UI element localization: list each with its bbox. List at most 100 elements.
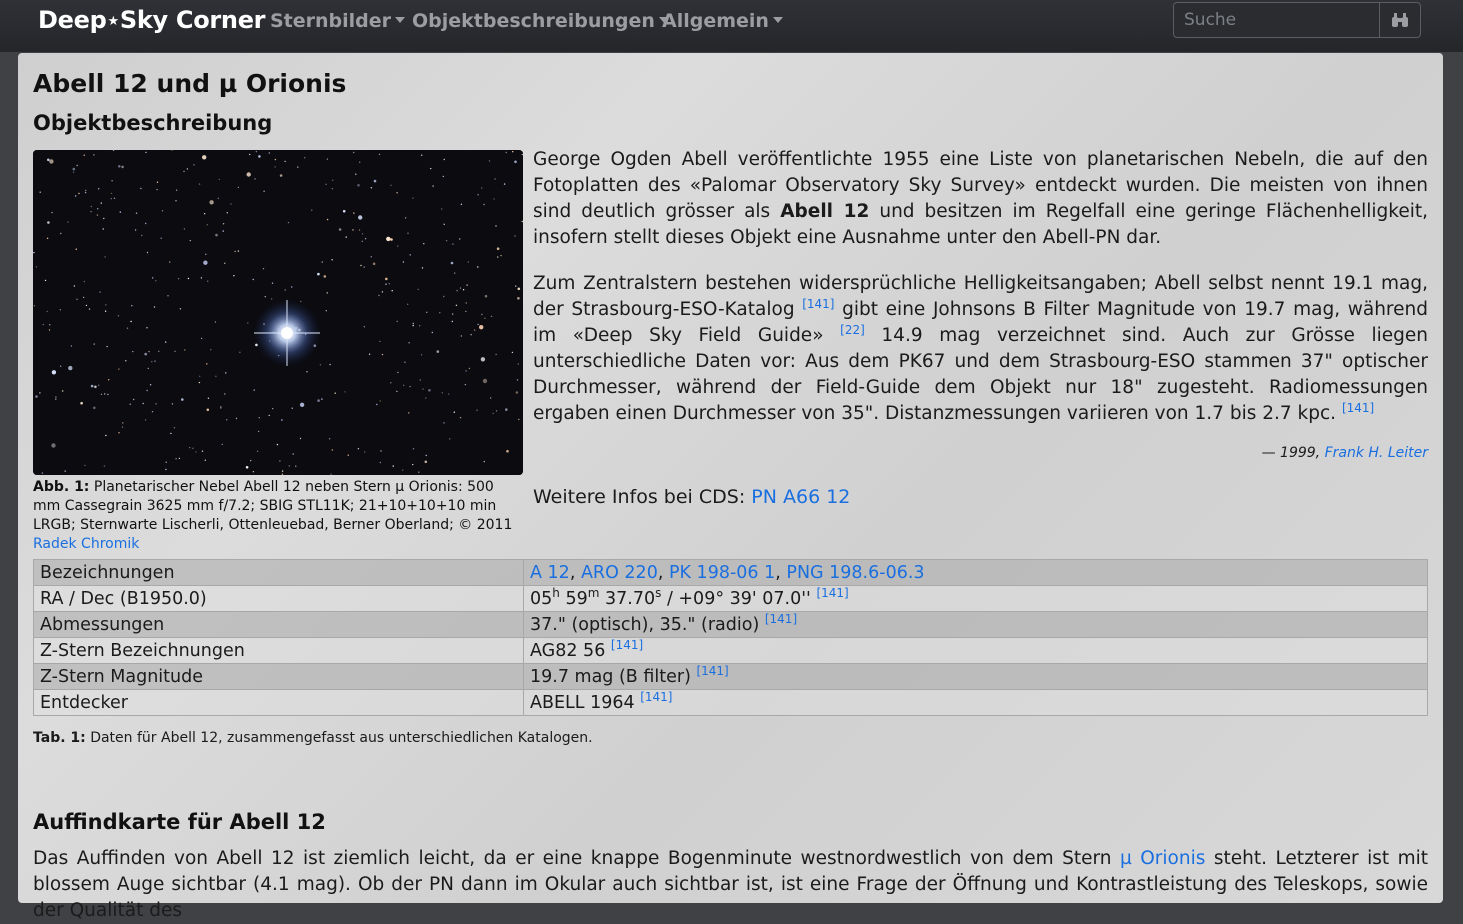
designation-link[interactable]: PK 198-06 1 [669, 563, 775, 583]
star-dot [146, 389, 148, 392]
star-dot [179, 308, 182, 310]
star-dot [496, 247, 500, 250]
object-photo[interactable] [33, 150, 523, 475]
star-dot [46, 310, 48, 313]
star-dot [48, 329, 51, 331]
site-brand[interactable]: Deep★Sky Corner [38, 6, 266, 34]
mu-orionis-link[interactable]: µ Orionis [1120, 848, 1205, 869]
designation-link[interactable]: ARO 220 [581, 563, 658, 583]
star-dot [60, 365, 62, 367]
star-dot [178, 457, 181, 460]
table-cell-label: Z-Stern Magnitude [33, 663, 524, 690]
star-dot [83, 280, 86, 283]
reference-link[interactable]: [141] [640, 690, 672, 704]
designation-link[interactable]: PNG 198.6-06.3 [786, 563, 924, 583]
menu-label: Sternbilder [270, 10, 392, 32]
star-dot [264, 296, 266, 298]
star-dot [331, 188, 334, 190]
star-dot [476, 409, 478, 411]
star-dot [338, 228, 342, 231]
star-dot [119, 211, 122, 213]
star-dot [386, 236, 391, 242]
star-dot [218, 178, 220, 181]
star-dot [186, 168, 189, 170]
menu-objektbeschreibungen[interactable]: Objektbeschreibungen [412, 10, 669, 32]
star-dot [404, 361, 406, 363]
star-dot [490, 315, 493, 318]
star-dot [253, 389, 255, 391]
star-dot [214, 321, 217, 323]
star-dot [84, 464, 86, 467]
star-dot [449, 438, 451, 440]
menu-allgemein[interactable]: Allgemein [662, 10, 783, 32]
star-dot [161, 210, 164, 212]
star-dot [76, 164, 78, 167]
star-dot [151, 361, 153, 363]
star-dot [271, 282, 274, 284]
star-dot [108, 379, 110, 381]
cds-link[interactable]: PN A66 12 [751, 486, 850, 508]
star-dot [215, 233, 218, 237]
star-dot [407, 232, 409, 234]
star-dot [412, 448, 415, 450]
star-dot [160, 237, 162, 239]
search-button[interactable] [1379, 3, 1420, 37]
star-dot [421, 154, 423, 156]
star-dot [263, 190, 265, 192]
star-dot [454, 272, 456, 274]
star-dot [279, 460, 281, 462]
star-dot [358, 215, 363, 220]
table-cell-label: Entdecker [33, 689, 524, 716]
reference-link[interactable]: [22] [840, 323, 865, 337]
reference-link[interactable]: [141] [765, 612, 797, 626]
star-dot [357, 448, 360, 450]
star-dot [392, 465, 394, 467]
star-dot [224, 393, 226, 395]
reference-link[interactable]: [141] [611, 638, 643, 652]
author-link[interactable]: Frank H. Leiter [1325, 445, 1428, 461]
star-dot [226, 212, 228, 214]
star-dot [417, 288, 419, 291]
content-panel: Abell 12 und µ Orionis Objektbeschreibun… [18, 53, 1443, 921]
star-dot [144, 352, 147, 356]
star-dot [170, 432, 172, 435]
star-dot [521, 153, 523, 156]
star-dot [361, 240, 363, 242]
star-dot [408, 412, 410, 414]
star-dot [93, 406, 96, 410]
reference-link[interactable]: [141] [816, 586, 848, 600]
star-dot [390, 382, 392, 384]
section-heading-finder-chart: Auffindkarte für Abell 12 [33, 810, 326, 834]
star-dot [145, 151, 147, 154]
reference-link[interactable]: [141] [802, 297, 834, 311]
star-dot [183, 170, 185, 173]
search-input[interactable] [1174, 3, 1382, 37]
star-dot [505, 408, 508, 411]
star-dot [443, 158, 445, 161]
figure-caption: Abb. 1: Planetarischer Nebel Abell 12 ne… [33, 478, 513, 554]
photographer-link[interactable]: Radek Chromik [33, 536, 139, 552]
star-dot [503, 183, 506, 185]
star-dot [80, 401, 83, 405]
star-dot [67, 221, 69, 223]
star-dot [317, 272, 320, 276]
star-dot [64, 470, 66, 472]
star-dot [177, 278, 180, 280]
star-dot [257, 430, 260, 433]
star-dot [230, 203, 232, 205]
reference-link[interactable]: [141] [696, 664, 728, 678]
menu-sternbilder[interactable]: Sternbilder [270, 10, 406, 32]
star-dot [209, 200, 214, 205]
star-dot [390, 238, 393, 241]
star-dot [55, 396, 57, 398]
star-dot [249, 153, 251, 156]
page-title: Abell 12 und µ Orionis [33, 69, 347, 98]
star-dot [391, 290, 393, 292]
star-dot [481, 313, 483, 316]
designation-link[interactable]: A 12 [530, 563, 570, 583]
reference-link[interactable]: [141] [1342, 401, 1374, 415]
star-dot [306, 371, 308, 373]
star-dot [271, 298, 273, 300]
star-dot [342, 209, 346, 213]
table-cell-value: 19.7 mag (B filter) [141] [523, 663, 1428, 690]
